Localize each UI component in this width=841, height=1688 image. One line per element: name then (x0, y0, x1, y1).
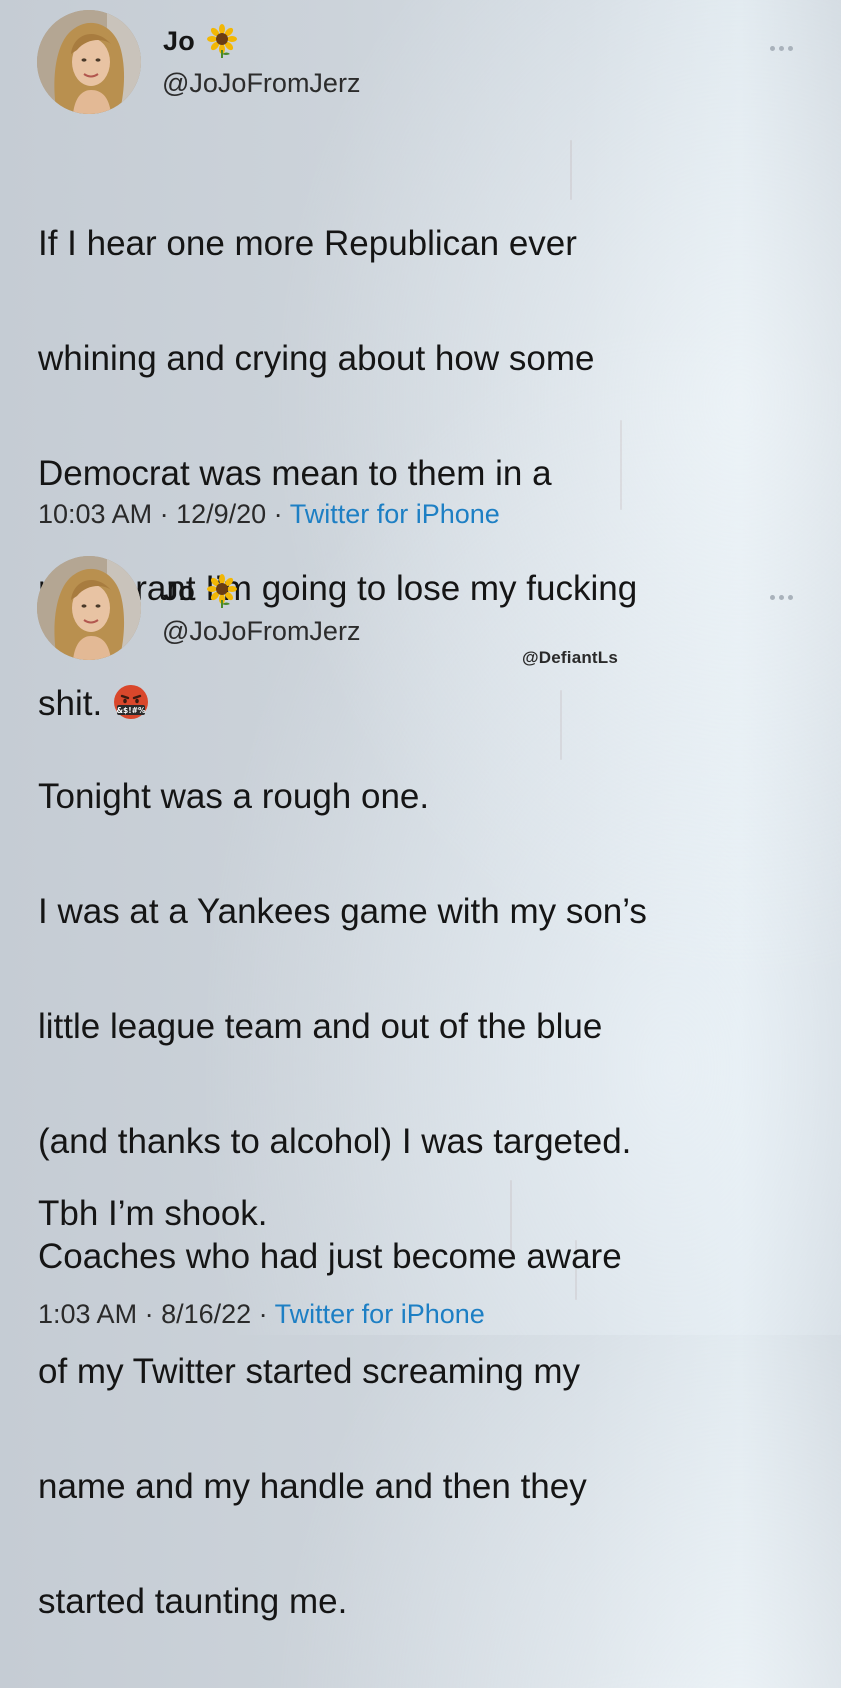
tweet-1: Jo @JoJoFromJerz If I hear one more Repu… (0, 0, 841, 723)
sunflower-icon (205, 574, 239, 608)
tweet-text-line: started taunting me. (38, 1581, 348, 1621)
tweet-source-link[interactable]: Twitter for iPhone (290, 499, 500, 529)
more-options-icon[interactable] (770, 587, 804, 600)
author-handle[interactable]: @JoJoFromJerz (162, 68, 360, 99)
tweet-time[interactable]: 10:03 AM (38, 499, 152, 529)
author-name-row[interactable]: Jo (163, 574, 239, 608)
tweet-date[interactable]: 8/16/22 (161, 1299, 251, 1329)
tweet-meta: 1:03 AM · 8/16/22 · Twitter for iPhone (38, 1299, 485, 1330)
meta-separator: · (137, 1299, 162, 1329)
tweet-text-line: (and thanks to alcohol) I was targeted. (38, 1121, 632, 1161)
tweet-text-line: whining and crying about how some (38, 338, 595, 378)
tweet-closing-line: Tbh I’m shook. (38, 1194, 268, 1233)
sunflower-icon (205, 24, 239, 58)
author-handle[interactable]: @JoJoFromJerz (162, 616, 360, 647)
tweet-date[interactable]: 12/9/20 (176, 499, 266, 529)
avatar[interactable] (37, 10, 141, 114)
tweet-text-line: little league team and out of the blue (38, 1006, 603, 1046)
tweet-text-line: of my Twitter started screaming my (38, 1351, 581, 1391)
tweet-time[interactable]: 1:03 AM (38, 1299, 137, 1329)
author-name[interactable]: Jo (163, 26, 195, 57)
meta-separator: · (266, 499, 290, 529)
more-options-icon[interactable] (770, 38, 804, 51)
avatar[interactable] (37, 556, 141, 660)
tweet-text-line: Tonight was a rough one. (38, 776, 430, 816)
tweet-text-line: I was at a Yankees game with my son’s (38, 891, 647, 931)
tweet-meta: 10:03 AM · 12/9/20 · Twitter for iPhone (38, 499, 500, 530)
meta-separator: · (251, 1299, 275, 1329)
tweet-text-line: name and my handle and then they (38, 1466, 587, 1506)
tweet-source-link[interactable]: Twitter for iPhone (275, 1299, 485, 1329)
author-name[interactable]: Jo (163, 576, 195, 607)
meta-separator: · (152, 499, 177, 529)
tweet-text-line: If I hear one more Republican ever (38, 223, 577, 263)
tweet-text-line: Democrat was mean to them in a (38, 453, 552, 493)
author-name-row[interactable]: Jo (163, 24, 239, 58)
tweet-2: Jo @JoJoFromJerz Tonight was a rough one… (0, 545, 841, 1621)
watermark: @DefiantLs (522, 648, 619, 667)
